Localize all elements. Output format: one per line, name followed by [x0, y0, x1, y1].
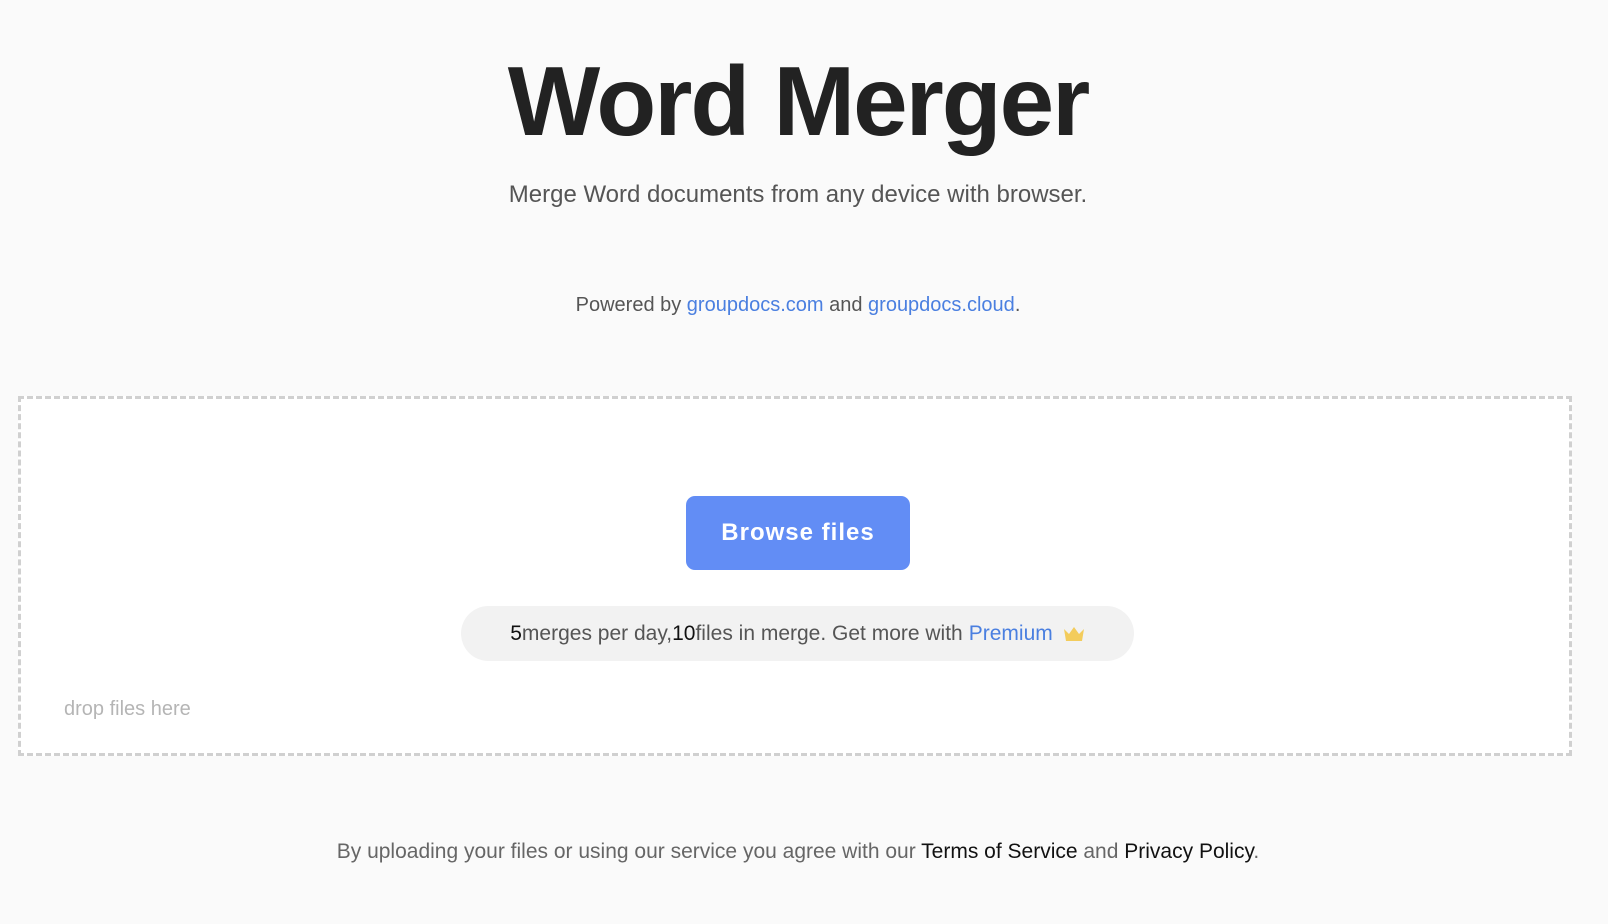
terms-suffix: . [1253, 840, 1260, 863]
terms-notice: By uploading your files or using our ser… [0, 838, 1596, 866]
premium-link[interactable]: Premium [969, 622, 1053, 646]
merges-per-day-count: 5 [510, 621, 522, 645]
powered-by-suffix: . [1014, 294, 1021, 316]
terms-and: and [1077, 840, 1125, 863]
privacy-policy-link[interactable]: Privacy Policy [1124, 840, 1253, 863]
groupdocs-cloud-link[interactable]: groupdocs.cloud [868, 294, 1015, 316]
browse-files-button[interactable]: Browse files [686, 496, 910, 570]
powered-by-prefix: Powered by [575, 294, 687, 316]
drop-files-hint: drop files here [64, 698, 191, 720]
terms-prefix: By uploading your files or using our ser… [336, 840, 922, 863]
files-per-merge-count: 10 [672, 621, 696, 645]
page-subtitle: Merge Word documents from any device wit… [508, 181, 1088, 208]
usage-limits-badge: 5 merges per day, 10 files in merge. Get… [461, 606, 1134, 661]
powered-by: Powered by groupdocs.com and groupdocs.c… [0, 292, 1596, 318]
file-drop-zone[interactable] [18, 396, 1572, 756]
merges-per-day-text: merges per day, [521, 621, 673, 645]
powered-by-and: and [823, 294, 869, 316]
page-title: Word Merger [507, 46, 1091, 156]
groupdocs-com-link[interactable]: groupdocs.com [687, 294, 824, 316]
files-per-merge-text: files in merge. Get more with [695, 621, 963, 645]
page: Word Merger Merge Word documents from an… [0, 0, 1608, 924]
terms-of-service-link[interactable]: Terms of Service [921, 840, 1077, 863]
crown-icon [1063, 625, 1085, 643]
